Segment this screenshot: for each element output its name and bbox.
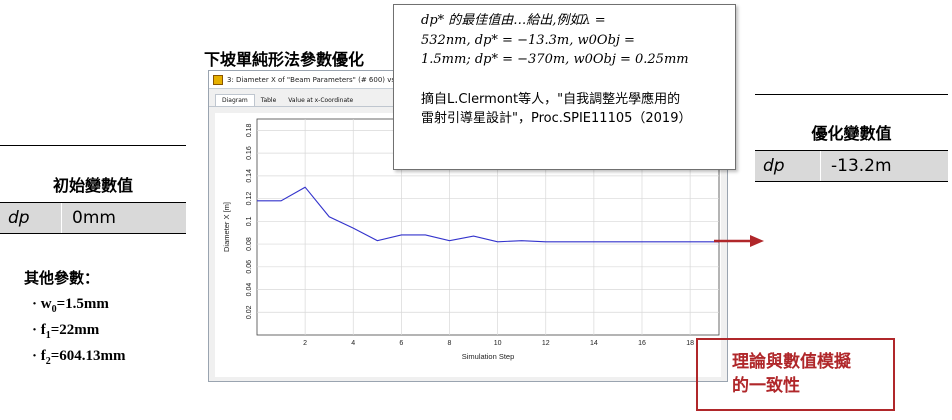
x-tick-label: 4 — [351, 340, 355, 347]
x-tick-label: 2 — [303, 340, 307, 347]
initial-param-value: 0mm — [72, 208, 116, 228]
optimized-param-name: dp — [755, 151, 821, 181]
param-f2: · f2=604.13mm — [32, 348, 126, 367]
y-axis-label: Diameter X [m] — [222, 202, 231, 252]
y-tick-label: 0.16 — [246, 146, 253, 160]
optimized-values-table: 優化變數值 dp -13.2m — [755, 94, 948, 182]
x-tick-label: 12 — [542, 340, 550, 347]
x-axis-label: Simulation Step — [462, 352, 515, 361]
param-w0: · w0=1.5mm — [32, 296, 109, 315]
app-icon — [213, 74, 223, 85]
callout-ref-line-1: 摘自L.Clermont等人，"自我調整光學應用的 — [421, 91, 681, 107]
optimized-param-value: -13.2m — [831, 156, 892, 176]
other-params: 其他參數： · w0=1.5mm · f1=22mm · f2=604.13mm — [24, 267, 126, 372]
result-arrow — [714, 235, 764, 247]
x-tick-label: 10 — [494, 340, 502, 347]
tab-table[interactable]: Table — [255, 95, 283, 106]
y-tick-label: 0.18 — [246, 123, 253, 137]
y-tick-label: 0.04 — [246, 283, 253, 297]
page-heading: 下坡單純形法參數優化 — [204, 50, 365, 69]
x-tick-label: 16 — [638, 340, 646, 347]
initial-values-header: 初始變數值 — [52, 176, 133, 195]
callout-reference: 摘自L.Clermont等人，"自我調整光學應用的 雷射引導星設計"，Proc.… — [421, 90, 725, 128]
callout-line-2: 532nm, dp* = −13.3m, w0Obj = — [421, 32, 635, 48]
initial-param-name: dp — [0, 203, 62, 233]
tab-value-at-x[interactable]: Value at x-Coordinate — [282, 95, 359, 106]
other-params-title: 其他參數： — [24, 269, 100, 287]
optimized-dp-row: dp -13.2m — [755, 150, 948, 182]
callout-ref-line-2: 雷射引導星設計"，Proc.SPIE11105（2019） — [421, 110, 692, 126]
y-tick-label: 0.1 — [246, 216, 253, 226]
x-tick-label: 14 — [590, 340, 598, 347]
callout-line-1: dp* 的最佳值由…給出,例如λ = — [421, 13, 606, 28]
tab-diagram[interactable]: Diagram — [215, 94, 255, 106]
param-f1: · f1=22mm — [32, 322, 100, 341]
callout-line-3: 1.5mm; dp* = −370m, w0Obj = 0.25mm — [421, 52, 689, 67]
y-tick-label: 0.06 — [246, 260, 253, 274]
x-tick-label: 18 — [686, 340, 694, 347]
y-tick-label: 0.12 — [246, 192, 253, 206]
y-tick-label: 0.02 — [246, 305, 253, 319]
consistency-box: 理論與數值模擬 的一致性 — [696, 338, 895, 411]
x-tick-label: 8 — [448, 340, 452, 347]
reference-callout: dp* 的最佳值由…給出,例如λ = 532nm, dp* = −13.3m, … — [393, 4, 736, 170]
y-tick-label: 0.14 — [246, 169, 253, 183]
y-tick-label: 0.08 — [246, 237, 253, 251]
initial-dp-row: dp 0mm — [0, 202, 186, 234]
consistency-line-1: 理論與數值模擬 — [732, 352, 851, 372]
x-tick-label: 6 — [399, 340, 403, 347]
consistency-line-2: 的一致性 — [732, 376, 800, 396]
optimized-values-header: 優化變數值 — [811, 124, 892, 143]
initial-values-table: 初始變數值 dp 0mm — [0, 145, 186, 234]
